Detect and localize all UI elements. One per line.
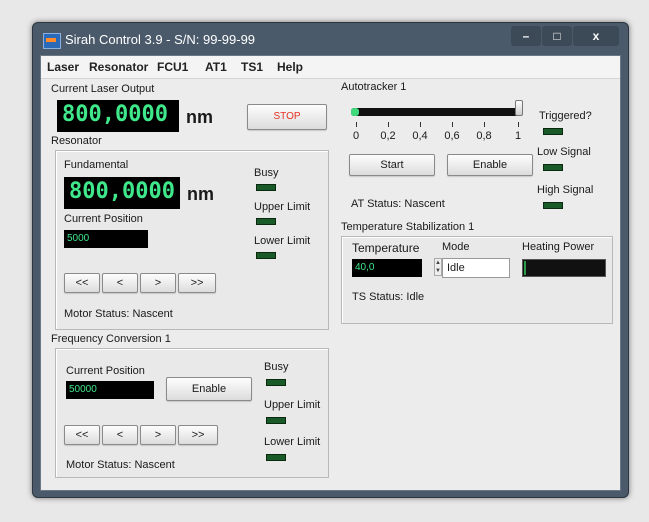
fc-busy-label: Busy — [264, 361, 289, 373]
triggered-label: Triggered? — [539, 110, 592, 122]
fc-motor-status: Motor Status: Nascent — [66, 459, 175, 471]
resonator-lower-limit-led — [256, 252, 276, 259]
heating-power-fill — [524, 261, 526, 275]
mode-label: Mode — [442, 241, 470, 253]
at-status: AT Status: Nascent — [351, 198, 445, 210]
autotracker-group-label: Autotracker 1 — [341, 81, 407, 93]
resonator-lower-limit-label: Lower Limit — [254, 235, 311, 247]
resonator-position-display: 5000 — [64, 230, 148, 248]
mode-select[interactable]: Idle — [442, 258, 510, 278]
fc-group-label: Frequency Conversion 1 — [51, 333, 171, 345]
fc-position-label: Current Position — [66, 365, 145, 377]
fc-fast-back-button[interactable]: << — [64, 425, 100, 445]
fc-lower-limit-led — [266, 454, 286, 461]
menu-resonator[interactable]: Resonator — [89, 60, 148, 74]
autotracker-slider-track[interactable] — [351, 108, 521, 116]
triggered-led — [543, 128, 563, 135]
fc-fast-forward-button[interactable]: >> — [178, 425, 218, 445]
tick-3 — [452, 122, 453, 127]
tick-5 — [518, 122, 519, 127]
resonator-group-label: Resonator — [51, 135, 102, 147]
stop-button[interactable]: STOP — [247, 104, 327, 130]
fc-upper-limit-led — [266, 417, 286, 424]
heating-power-bar — [522, 259, 606, 277]
resonator-upper-limit-label: Upper Limit — [254, 201, 311, 213]
laser-output-label: Current Laser Output — [51, 83, 155, 95]
tick-1 — [388, 122, 389, 127]
ts-status: TS Status: Idle — [352, 291, 425, 303]
temperature-label: Temperature — [352, 241, 420, 255]
high-signal-led — [543, 202, 563, 209]
resonator-position-label: Current Position — [64, 213, 143, 225]
autotracker-slider-thumb[interactable] — [515, 100, 523, 116]
menu-help[interactable]: Help — [277, 60, 303, 74]
high-signal-label: High Signal — [537, 184, 594, 196]
fc-lower-limit-label: Lower Limit — [264, 436, 321, 448]
tick-0 — [356, 122, 357, 127]
menu-fcu1[interactable]: FCU1 — [157, 60, 188, 74]
menu-bar: Laser Resonator FCU1 AT1 TS1 Help — [41, 56, 620, 79]
minimize-button[interactable]: – — [511, 26, 541, 46]
frequency-conversion-panel: Current Position 50000 Enable Busy Upper… — [55, 348, 329, 478]
temperature-stabilization-panel: Temperature 40,0 Mode ▲ ▼ Idle Heating Po… — [341, 236, 613, 324]
laser-output-display: 800,0000 — [57, 100, 179, 132]
autotracker-start-button[interactable]: Start — [349, 154, 435, 176]
main-window: Sirah Control 3.9 - S/N: 99-99-99 – □ x … — [32, 22, 629, 498]
tick-4 — [484, 122, 485, 127]
tick-label-1: 0,2 — [380, 130, 396, 142]
menu-ts1[interactable]: TS1 — [241, 60, 263, 74]
resonator-busy-led — [256, 184, 276, 191]
autotracker-enable-button[interactable]: Enable — [447, 154, 533, 176]
tick-label-3: 0,6 — [444, 130, 460, 142]
fc-busy-led — [266, 379, 286, 386]
resonator-motor-status: Motor Status: Nascent — [64, 308, 173, 320]
fc-position-display: 50000 — [66, 381, 154, 399]
tick-label-2: 0,4 — [412, 130, 428, 142]
fundamental-label: Fundamental — [64, 159, 129, 171]
fc-enable-button[interactable]: Enable — [166, 377, 252, 401]
mode-spinner[interactable]: ▲ ▼ — [434, 258, 442, 276]
title-bar[interactable]: Sirah Control 3.9 - S/N: 99-99-99 – □ x — [33, 23, 628, 55]
menu-laser[interactable]: Laser — [47, 60, 79, 74]
window-title: Sirah Control 3.9 - S/N: 99-99-99 — [65, 32, 256, 47]
menu-at1[interactable]: AT1 — [205, 60, 227, 74]
autotracker-slider-fill — [351, 108, 359, 116]
laser-output-unit: nm — [186, 107, 213, 127]
heating-power-label: Heating Power — [522, 241, 595, 253]
fundamental-unit: nm — [187, 184, 214, 204]
fc-upper-limit-label: Upper Limit — [264, 399, 321, 411]
resonator-busy-label: Busy — [254, 167, 279, 179]
temperature-display: 40,0 — [352, 259, 422, 277]
tick-2 — [420, 122, 421, 127]
resonator-fast-back-button[interactable]: << — [64, 273, 100, 293]
client-area: Laser Resonator FCU1 AT1 TS1 Help Curren… — [40, 55, 621, 491]
low-signal-label: Low Signal — [537, 146, 591, 158]
resonator-back-button[interactable]: < — [102, 273, 138, 293]
maximize-button[interactable]: □ — [542, 26, 572, 46]
ts-group-label: Temperature Stabilization 1 — [341, 221, 475, 233]
low-signal-led — [543, 164, 563, 171]
app-icon — [43, 33, 61, 49]
tick-label-5: 1 — [514, 130, 522, 142]
fc-back-button[interactable]: < — [102, 425, 138, 445]
resonator-panel: Fundamental 800,0000 nm Current Position… — [55, 150, 329, 330]
resonator-fast-forward-button[interactable]: >> — [178, 273, 216, 293]
fc-forward-button[interactable]: > — [140, 425, 176, 445]
resonator-upper-limit-led — [256, 218, 276, 225]
tick-label-0: 0 — [352, 130, 360, 142]
fundamental-display: 800,0000 — [64, 177, 180, 209]
tick-label-4: 0,8 — [476, 130, 492, 142]
close-button[interactable]: x — [573, 26, 619, 46]
resonator-forward-button[interactable]: > — [140, 273, 176, 293]
